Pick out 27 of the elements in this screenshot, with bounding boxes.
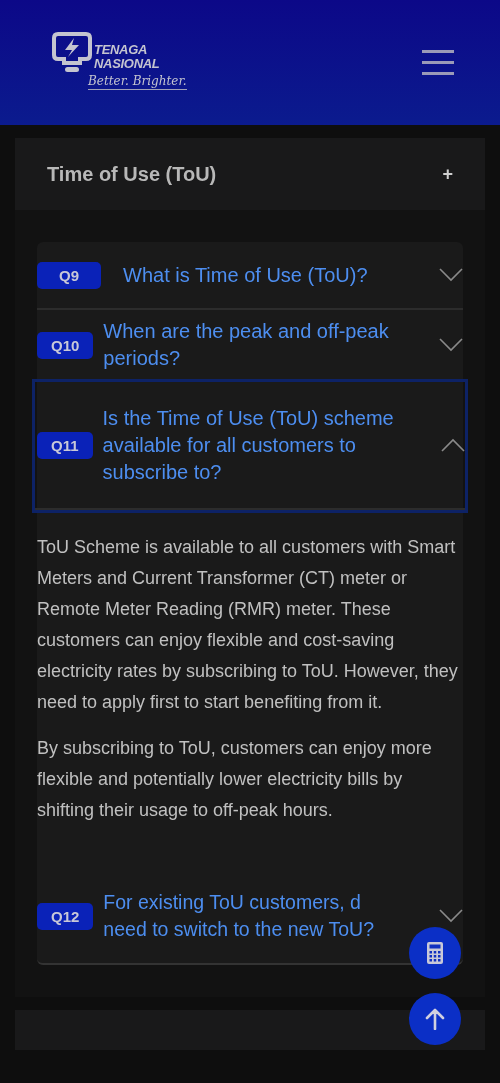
faq-question-row[interactable]: Q9 What is Time of Use (ToU)? [37, 242, 463, 310]
section-title: Time of Use (ToU) [47, 162, 217, 186]
answer-paragraph: By subscribing to ToU, customers can enjoy more flexible and potentially lower electricity bills by shifting their usage to off-peak hours. [37, 737, 433, 822]
question-text: What is Time of Use (ToU)? [123, 262, 369, 288]
chevron-down-icon [439, 909, 463, 923]
expand-toggle[interactable]: + [442, 163, 453, 185]
chevron-down-icon [439, 338, 463, 352]
question-number-badge: Q12 [37, 902, 94, 930]
question-number-badge: Q10 [37, 331, 94, 359]
logo-tagline: Better. Brighter. [88, 74, 187, 90]
question-text: When are the peak and off-peak periods? [103, 319, 390, 371]
chevron-up-icon [441, 438, 465, 452]
logo-wordmark: TENAGA NASIONAL [94, 43, 161, 71]
question-number-badge: Q11 [37, 431, 93, 459]
question-text: For existing ToU customers, d need to switch to the new ToU? [103, 890, 375, 942]
question-text: Is the Time of Use (ToU) scheme available for all customers to subscribe to? [102, 405, 395, 485]
chevron-down-icon [439, 268, 463, 282]
lightning-bulb-icon [52, 31, 92, 75]
section-header[interactable]: Time of Use (ToU) + [15, 138, 485, 210]
answer-paragraph: ToU Scheme is available to all customers with Smart Meters and Current Transformer (CT) meter or Remote Meter Reading (RMR) meter. These customers can enjoy flexible and cost-saving electricity rates by subscribing to ToU. However, they need to apply first to start benefiting from it. [37, 536, 459, 714]
menu-button[interactable] [422, 49, 454, 76]
calculator-icon [427, 942, 443, 964]
menu-icon [422, 49, 454, 76]
faq-question-row[interactable]: Q10 When are the peak and off-peak periods? [37, 310, 463, 382]
question-number-badge: Q9 [37, 261, 101, 289]
arrow-up-icon [425, 1008, 445, 1030]
faq-question-row[interactable]: Q11 Is the Time of Use (ToU) scheme available for all customers to subscribe to? [35, 382, 465, 510]
